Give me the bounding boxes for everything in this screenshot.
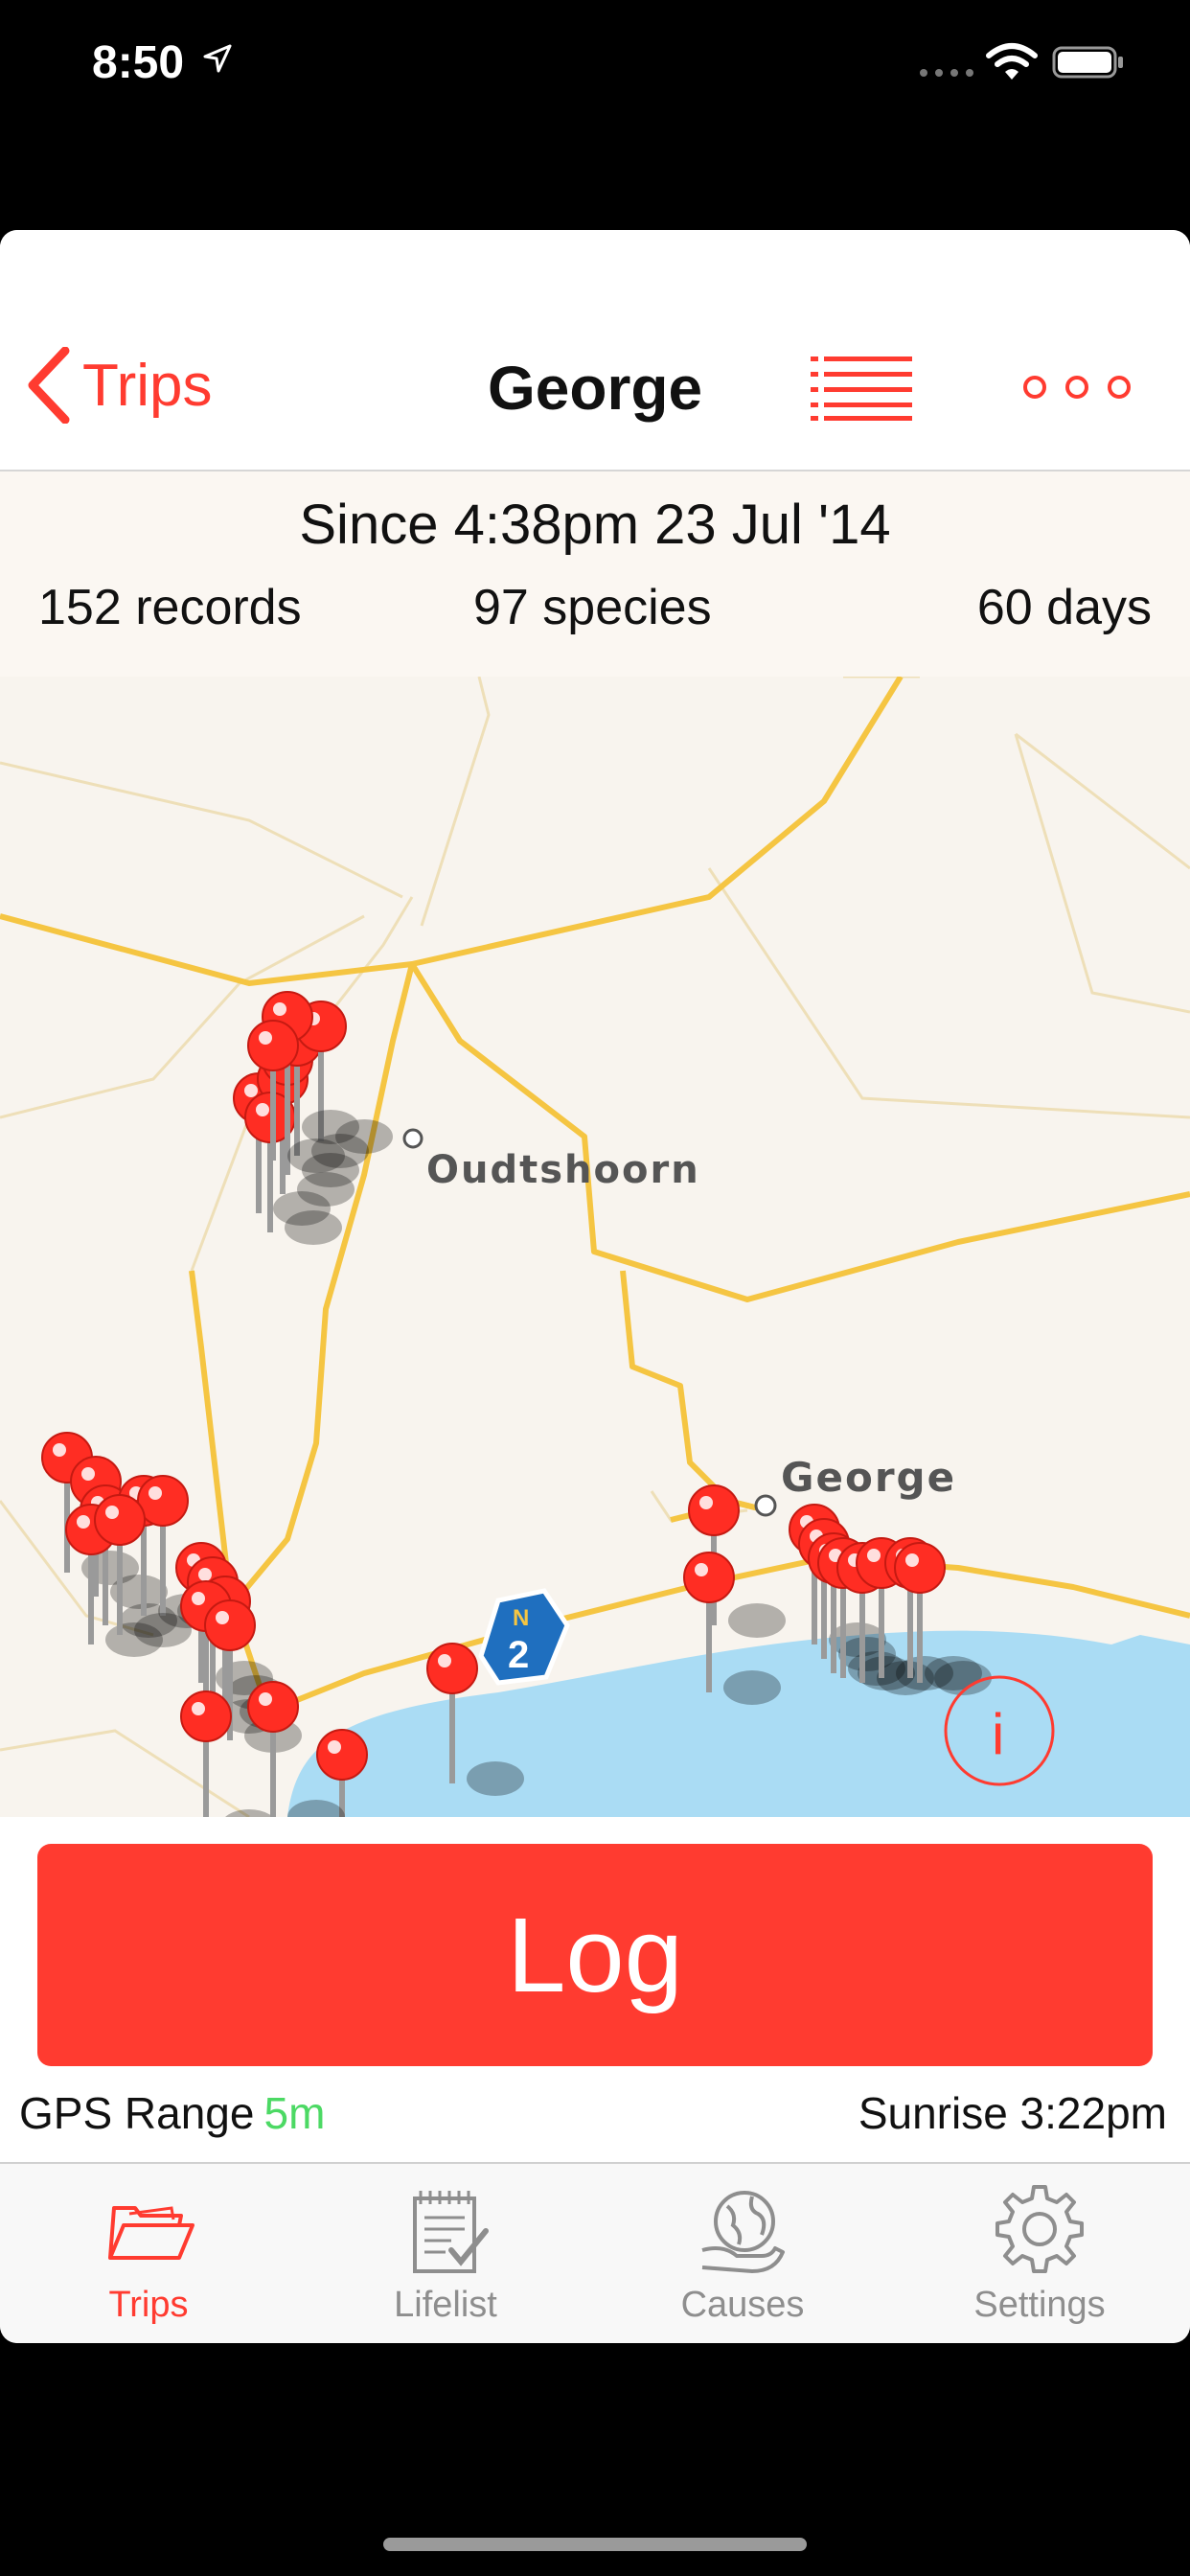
gps-range: GPS Range 5m [19,2087,325,2139]
folder-icon [108,2206,195,2260]
tab-causes[interactable]: Causes [594,2164,891,2343]
trip-sheet: Trips George Since 4:38pm 23 Jul '14 152… [0,230,1190,2343]
trip-since: Since 4:38pm 23 Jul '14 [299,494,891,556]
location-arrow-icon [203,44,232,73]
trip-map[interactable]: Oudtshoorn George N 2 i [0,677,1190,1817]
tab-trips-label: Trips [108,2285,189,2325]
tab-bar: Trips Lifelist Causes Settings [0,2162,1190,2343]
gps-range-label: GPS Range [19,2088,255,2138]
wifi-icon [986,43,1038,80]
log-button[interactable]: Log [37,1844,1153,2066]
tab-trips[interactable]: Trips [0,2164,297,2343]
home-indicator [383,2538,807,2551]
tab-causes-label: Causes [680,2285,805,2325]
george-label: George [781,1454,956,1501]
battery-icon [1052,46,1123,79]
page-title: George [487,354,703,423]
record-count: 152 records [38,580,302,635]
tab-settings-label: Settings [973,2285,1106,2325]
oudtshoorn-label: Oudtshoorn [426,1148,700,1192]
cellular-signal-icon [920,69,973,77]
svg-text:N: N [513,1605,529,1631]
status-time: 8:50 [92,37,185,88]
navigation-bar: Trips George [0,230,1190,472]
status-bar: 8:50 [0,0,1190,134]
info-icon: i [992,1702,1004,1766]
list-view-icon[interactable] [811,355,912,422]
more-options-icon[interactable] [1021,374,1133,402]
gps-range-value: 5m [263,2088,326,2138]
globe-hand-icon [701,2191,785,2273]
species-count: 97 species [473,580,712,635]
trip-summary: Since 4:38pm 23 Jul '14 152 records 97 s… [0,472,1190,678]
svg-text:2: 2 [508,1634,529,1676]
tab-lifelist[interactable]: Lifelist [297,2164,594,2343]
day-count: 60 days [976,580,1152,635]
log-panel: Log GPS Range 5m Sunrise 3:22pm [0,1817,1190,2164]
gear-icon [995,2185,1084,2273]
tab-settings[interactable]: Settings [891,2164,1188,2343]
sunrise-time: Sunrise 3:22pm [858,2088,1167,2138]
checklist-icon [413,2191,489,2273]
tab-lifelist-label: Lifelist [394,2285,497,2325]
